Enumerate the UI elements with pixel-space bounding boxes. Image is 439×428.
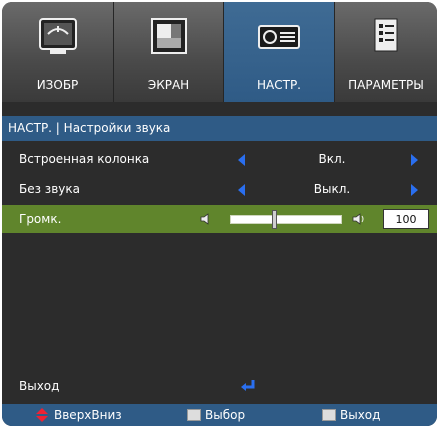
tab-options[interactable]: ПАРАМЕТРЫ: [335, 2, 437, 102]
menu-row-builtin-speaker[interactable]: Встроенная колонка Вкл.: [2, 145, 437, 173]
right-arrow-icon[interactable]: [411, 184, 418, 196]
tab-label: ИЗОБР: [36, 78, 79, 92]
options-icon: [371, 16, 401, 60]
volume-down-icon: [200, 213, 210, 228]
tab-picture[interactable]: ИЗОБР: [2, 2, 114, 102]
row-value: Вкл.: [318, 152, 346, 166]
menu-row-mute[interactable]: Без звука Выкл.: [2, 175, 437, 203]
enter-key-icon: [187, 409, 201, 421]
updown-label: ВверхВниз: [54, 408, 122, 422]
row-label: Без звука: [19, 182, 80, 196]
menu-row-volume[interactable]: Громк. 100: [2, 205, 437, 233]
exit-label: Выход: [340, 408, 381, 422]
submenu-title: НАСТР. | Настройки звука: [2, 116, 437, 141]
footer-hints: ВверхВниз Выбор Выход: [2, 404, 437, 426]
volume-value: 100: [383, 209, 429, 229]
exit-hint: Выход: [322, 404, 380, 426]
screen-icon: [149, 16, 189, 60]
tab-label: НАСТР.: [257, 78, 301, 92]
select-hint: Выбор: [187, 404, 245, 426]
left-arrow-icon[interactable]: [238, 184, 245, 196]
updown-hint: ВверхВниз: [36, 404, 122, 426]
updown-icon: [36, 408, 48, 422]
enter-icon: [240, 378, 256, 397]
picture-icon: [36, 16, 80, 60]
projector-icon: [255, 16, 303, 60]
tab-screen[interactable]: ЭКРАН: [114, 2, 224, 102]
tab-label: ЭКРАН: [147, 78, 190, 92]
tab-setup[interactable]: НАСТР.: [224, 2, 335, 102]
menu-key-icon: [322, 409, 336, 421]
row-label: Встроенная колонка: [19, 152, 150, 166]
menu-row-exit[interactable]: Выход: [2, 372, 437, 400]
row-label: Выход: [19, 379, 60, 393]
right-arrow-icon[interactable]: [411, 154, 418, 166]
tab-bar: ИЗОБР ЭКРАН НАСТР. ПАРАМЕТРЫ: [2, 2, 437, 102]
row-value: Выкл.: [313, 182, 351, 196]
select-label: Выбор: [205, 408, 246, 422]
tab-label: ПАРАМЕТРЫ: [348, 78, 424, 92]
volume-up-icon: [352, 213, 366, 228]
volume-slider-handle[interactable]: [272, 210, 277, 229]
osd-menu: ИЗОБР ЭКРАН НАСТР. ПАРАМЕТРЫ НАСТР. | На…: [2, 2, 437, 426]
row-label: Громк.: [19, 212, 62, 226]
volume-slider-track[interactable]: [230, 215, 342, 224]
left-arrow-icon[interactable]: [238, 154, 245, 166]
